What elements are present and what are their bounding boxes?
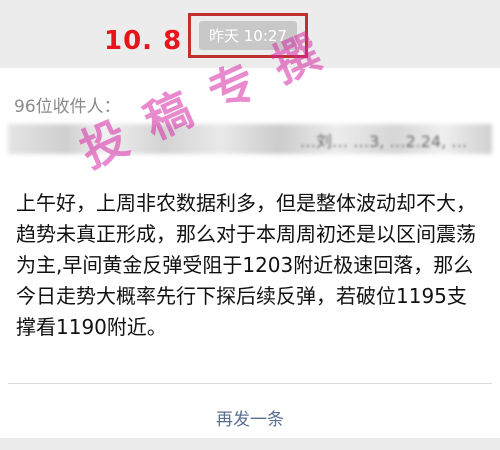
resend-button[interactable]: 再发一条: [0, 405, 500, 430]
recipients-label: 96位收件人：: [14, 97, 121, 117]
timestamp-highlight-box: 昨天 10:27: [188, 13, 308, 58]
message-timestamp: 昨天 10:27: [199, 21, 297, 50]
date-annotation: 10. 8: [104, 26, 183, 56]
recipients-names: …刘… …3, …2.24, …: [300, 132, 468, 151]
divider: [8, 383, 492, 384]
message-body: 上午好，上周非农数据利多，但是整体波动却不大，趋势未真正形成，那么对于本周周初还…: [16, 191, 476, 339]
